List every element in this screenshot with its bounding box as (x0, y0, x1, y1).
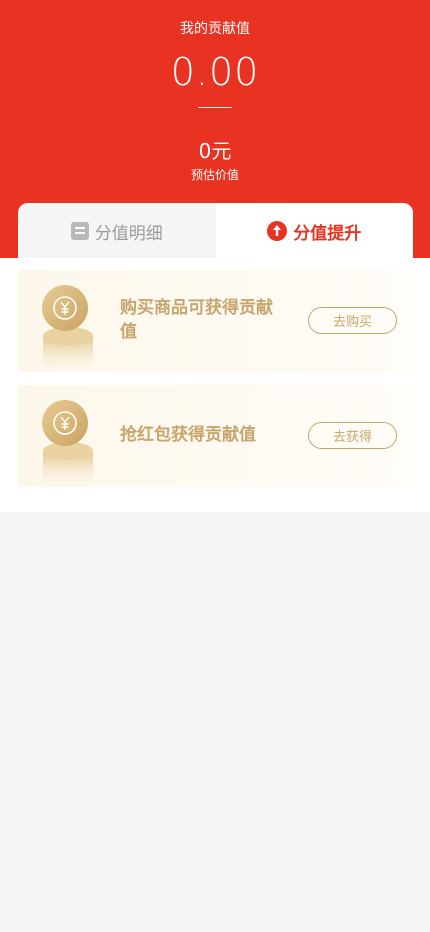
estimated-money: 0元 (198, 139, 232, 163)
contribution-value: 0.00 (170, 50, 260, 94)
task-text: 抢红包获得贡献值 (120, 425, 256, 445)
page-title: 我的贡献值 (180, 21, 250, 37)
tab-label: 分值明细 (94, 223, 163, 244)
list-icon (70, 222, 89, 240)
arrow-up-circle-icon (267, 221, 288, 241)
divider (198, 107, 232, 108)
yuan-coin-icon (42, 284, 94, 372)
go-get-button[interactable]: 去获得 (308, 422, 397, 449)
yuan-coin-icon (42, 399, 94, 487)
estimated-money-label: 预估价值 (190, 168, 239, 182)
task-card: 购买商品可获得贡献值 去购买 (18, 270, 412, 372)
task-panel: 购买商品可获得贡献值 去购买 抢红包获得贡献值 去获得 (0, 258, 430, 512)
task-card: 抢红包获得贡献值 去获得 (18, 385, 412, 487)
task-text: 购买商品可获得贡献值 (120, 298, 273, 342)
tab-score-detail[interactable]: 分值明细 (18, 203, 216, 259)
tab-bar: 分值明细 分值提升 (18, 203, 413, 259)
tab-score-boost[interactable]: 分值提升 (215, 203, 413, 259)
go-buy-button[interactable]: 去购买 (308, 307, 397, 334)
tab-label: 分值提升 (293, 223, 362, 244)
